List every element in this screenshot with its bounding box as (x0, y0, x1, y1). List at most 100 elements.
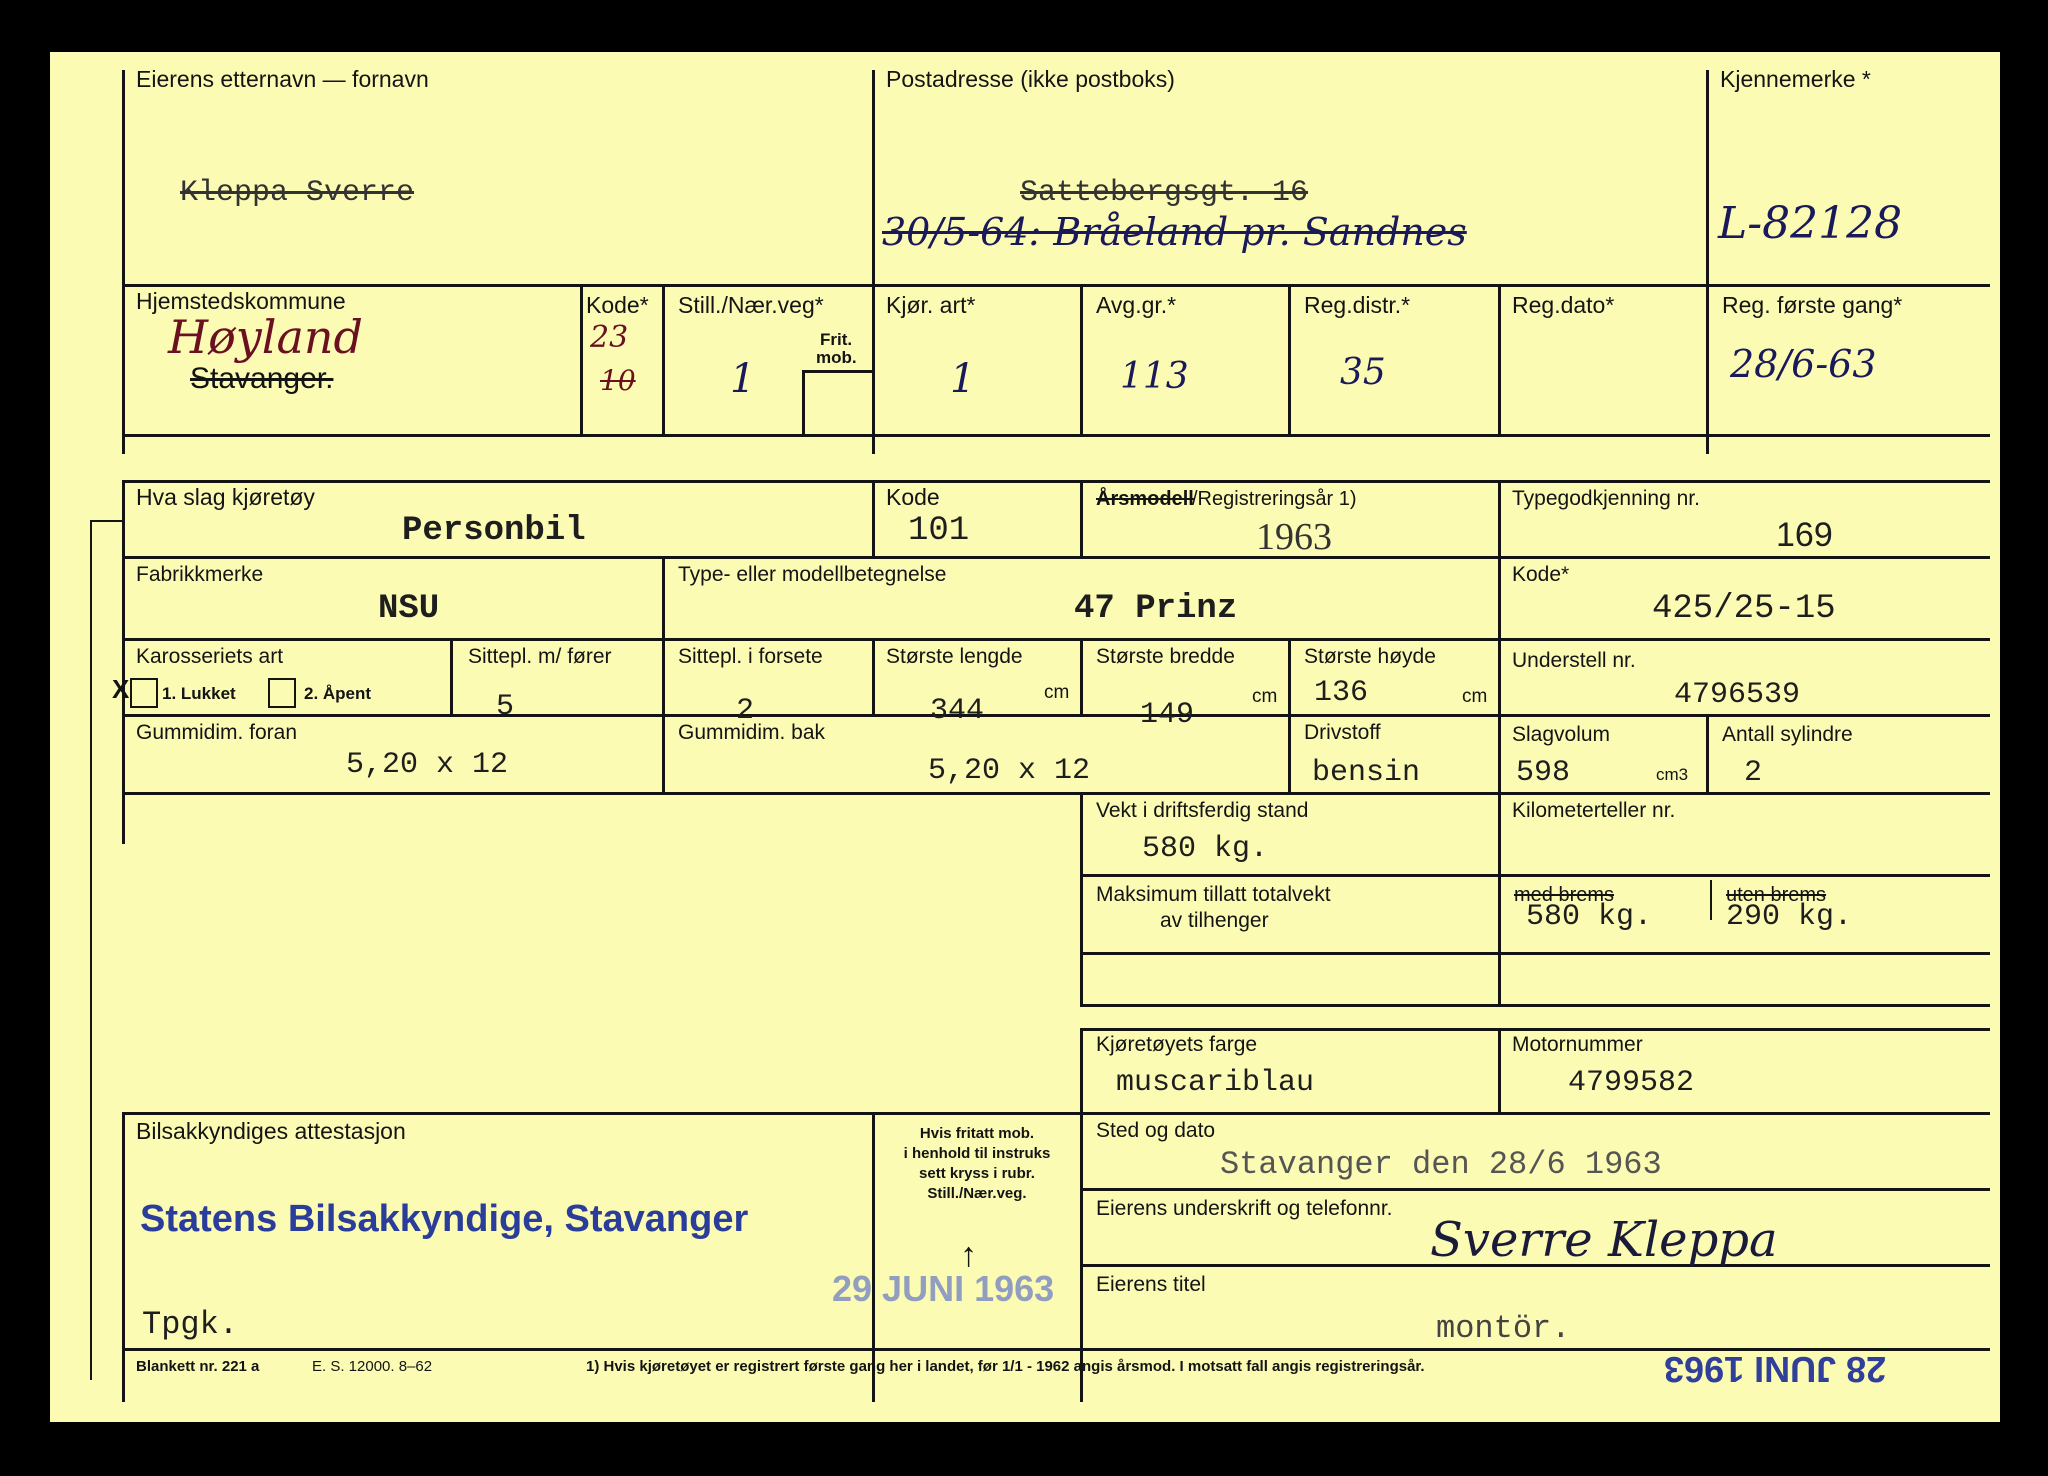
tyre-rear-label: Gummidim. bak (678, 721, 826, 744)
cyl-value: 2 (1744, 756, 1763, 790)
kode-label-2: Kode (886, 484, 940, 510)
length-value: 344 (930, 694, 985, 728)
model-value: 47 Prinz (1074, 590, 1238, 628)
plate-value: L-82128 (1718, 198, 1903, 249)
volume-value: 598 (1516, 756, 1571, 790)
divider (122, 1112, 125, 1402)
address-label: Postadresse (ikke postboks) (886, 66, 1175, 92)
divider (872, 480, 875, 558)
registration-card: Eierens etternavn — fornavn Kleppa Sverr… (50, 52, 2000, 1422)
divider (122, 480, 125, 844)
chassis-value: 4796539 (1674, 678, 1801, 712)
divider (122, 480, 1990, 483)
model-label: Type- eller modellbetegnelse (678, 563, 947, 586)
weight-label: Vekt i driftsferdig stand (1096, 799, 1309, 822)
divider (1080, 284, 1083, 436)
kode-value-2: 101 (908, 512, 970, 550)
regdistr-value: 35 (1340, 352, 1386, 393)
address-old: Sattebergsgt. 16 (1020, 176, 1309, 210)
still-sub1: Frit. (820, 330, 853, 349)
type-appr-label: Typegodkjenning nr. (1512, 487, 1700, 510)
kode-old: 10 (600, 364, 636, 397)
attest-note3: sett kryss i rubr. (919, 1165, 1035, 1182)
divider (1080, 1004, 1990, 1007)
footer-form: Blankett nr. 221 a (136, 1358, 260, 1375)
trailer-label-1: Maksimum tillatt totalvekt (1096, 883, 1331, 906)
kind-value: Personbil (402, 512, 586, 550)
divider (1706, 70, 1709, 454)
km-label: Kilometerteller nr. (1512, 799, 1676, 822)
year-value: 1963 (1256, 516, 1332, 558)
fuel-label: Drivstoff (1304, 721, 1381, 744)
place-label: Sted og dato (1096, 1119, 1216, 1142)
body-opt2: 2. Åpent (304, 684, 372, 703)
footer-note: 1) Hvis kjøretøyet er registrert første … (586, 1358, 1425, 1375)
divider (1080, 1188, 1990, 1191)
divider (122, 638, 1990, 641)
divider (580, 284, 583, 436)
attest-label: Bilsakkyndiges attestasjon (136, 1118, 406, 1144)
front-seats-label: Sittepl. i forsete (678, 645, 823, 668)
still-label: Still./Nær.veg* (678, 292, 824, 318)
divider (1080, 952, 1990, 955)
body-checkbox-open[interactable] (268, 678, 296, 708)
without-brake-value: 290 kg. (1726, 900, 1853, 934)
body-label: Karosseriets art (136, 645, 284, 668)
make-value: NSU (378, 590, 440, 628)
divider (122, 284, 1990, 287)
length-label: Største lengde (886, 645, 1023, 668)
owner-label: Eierens etternavn — fornavn (136, 66, 429, 92)
divider (122, 70, 125, 454)
divider (1288, 284, 1291, 436)
divider (1080, 640, 1083, 716)
divider (122, 714, 1990, 717)
color-value: muscariblau (1116, 1066, 1315, 1100)
type-appr-value: 169 (1776, 516, 1833, 554)
divider (1710, 880, 1712, 920)
divider (1080, 794, 1083, 1006)
divider (802, 370, 872, 373)
width-value: 149 (1140, 698, 1195, 732)
title-value: montör. (1436, 1310, 1571, 1347)
tyre-front-value: 5,20 x 12 (346, 748, 509, 782)
divider (1498, 794, 1501, 1006)
signature-label: Eierens underskrift og telefonnr. (1096, 1197, 1393, 1220)
width-unit: cm (1252, 686, 1278, 707)
municipality-old: Stavanger. (190, 362, 334, 395)
kjor-label: Kjør. art* (886, 292, 976, 318)
divider (1498, 480, 1501, 792)
avg-label: Avg.gr.* (1096, 292, 1177, 318)
body-checkbox-closed[interactable] (130, 678, 158, 708)
footer-print: E. S. 12000. 8–62 (312, 1358, 433, 1375)
divider (802, 372, 805, 436)
seats-value: 5 (496, 690, 515, 724)
year-label-struck: Årsmodell (1096, 488, 1194, 510)
attest-tpgk: Tpgk. (142, 1306, 239, 1343)
height-unit: cm (1462, 686, 1488, 707)
divider (1080, 874, 1990, 877)
still-value: 1 (730, 356, 756, 402)
divider (872, 640, 875, 716)
owner-signature: Sverre Kleppa (1430, 1212, 1778, 1268)
kode-label: Kode* (586, 292, 649, 318)
volume-label: Slagvolum (1512, 723, 1611, 746)
margin-line (90, 520, 92, 1380)
title-label: Eierens titel (1096, 1273, 1206, 1296)
divider (662, 558, 665, 794)
kode2-value: 425/25-15 (1652, 590, 1836, 628)
divider (1080, 480, 1083, 558)
height-label: Største høyde (1304, 645, 1436, 668)
place-value: Stavanger den 28/6 1963 (1220, 1146, 1662, 1183)
chassis-label: Understell nr. (1512, 649, 1636, 672)
length-unit: cm (1044, 682, 1070, 703)
address-new: 30/5-64: Bråeland pr. Sandnes (882, 210, 1467, 254)
plate-label: Kjennemerke * (1720, 66, 1871, 92)
attest-note2: i henhold til instruks (903, 1145, 1051, 1162)
divider (872, 70, 875, 454)
avg-value: 113 (1120, 356, 1189, 397)
divider (1498, 284, 1501, 436)
owner-value: Kleppa Sverre (180, 176, 415, 210)
cyl-label: Antall sylindre (1722, 723, 1853, 746)
width-label: Største bredde (1096, 645, 1235, 668)
color-label: Kjøretøyets farge (1096, 1033, 1258, 1056)
